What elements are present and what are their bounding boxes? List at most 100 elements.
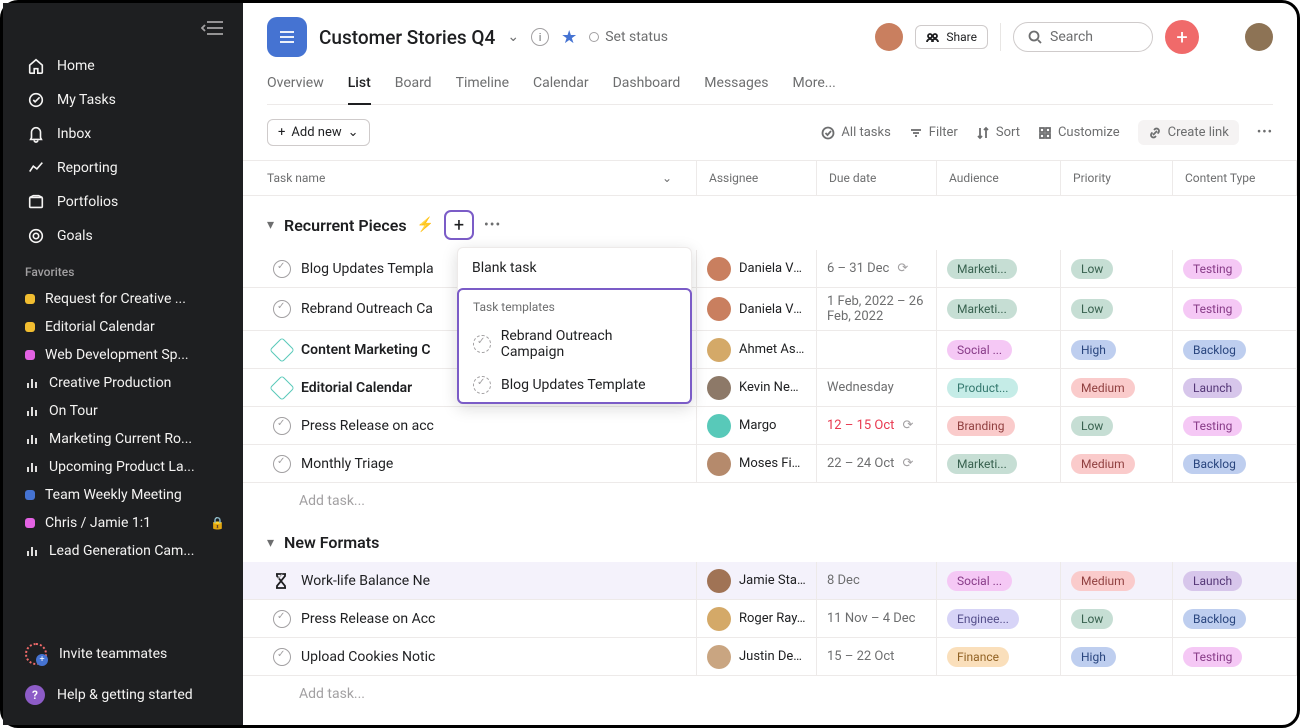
nav-my-tasks[interactable]: My Tasks (11, 83, 235, 117)
priority-pill[interactable]: Low (1071, 609, 1113, 629)
customize-button[interactable]: Customize (1038, 125, 1120, 140)
nav-reporting[interactable]: Reporting (11, 151, 235, 185)
favorite-item[interactable]: Editorial Calendar (3, 313, 243, 341)
tab-dashboard[interactable]: Dashboard (613, 67, 681, 104)
column-due-date[interactable]: Due date (817, 161, 937, 195)
tab-messages[interactable]: Messages (704, 67, 768, 104)
all-tasks-button[interactable]: All tasks (821, 125, 890, 140)
priority-pill[interactable]: Low (1071, 299, 1113, 319)
favorite-item[interactable]: Request for Creative ... (3, 285, 243, 313)
section-more-icon[interactable]: ••• (484, 217, 501, 233)
title-chevron-icon[interactable]: ⌄ (507, 29, 519, 45)
content-type-pill[interactable]: Backlog (1183, 340, 1246, 360)
task-row[interactable]: Blog Updates TemplaDaniela Var...6 – 31 … (243, 250, 1297, 288)
content-type-pill[interactable]: Testing (1183, 647, 1242, 667)
nav-goals[interactable]: Goals (11, 219, 235, 253)
complete-check-icon[interactable] (273, 260, 291, 278)
create-link-button[interactable]: Create link (1138, 120, 1239, 145)
task-row[interactable]: Content Marketing CAhmet AslanSocial ...… (243, 331, 1297, 369)
content-type-pill[interactable]: Backlog (1183, 609, 1246, 629)
audience-pill[interactable]: Product... (947, 378, 1018, 398)
content-type-pill[interactable]: Launch (1183, 571, 1242, 591)
task-row[interactable]: Monthly TriageMoses Fidel22 – 24 Oct ⟳Ma… (243, 445, 1297, 483)
nav-home[interactable]: Home (11, 49, 235, 83)
priority-pill[interactable]: Medium (1071, 571, 1135, 591)
info-icon[interactable]: i (531, 28, 549, 46)
content-type-pill[interactable]: Launch (1183, 378, 1242, 398)
template-option[interactable]: Blog Updates Template (459, 368, 690, 402)
priority-pill[interactable]: Low (1071, 259, 1113, 279)
task-row[interactable]: Press Release on AccRoger Ray...11 Nov –… (243, 600, 1297, 638)
content-type-pill[interactable]: Testing (1183, 416, 1242, 436)
add-task-input[interactable]: Add task... (243, 483, 1297, 519)
template-option[interactable]: Rebrand Outreach Campaign (459, 320, 690, 368)
column-task-name[interactable]: Task name⌄ (243, 161, 697, 195)
column-content-type[interactable]: Content Type (1173, 161, 1297, 195)
priority-pill[interactable]: High (1071, 340, 1116, 360)
audience-pill[interactable]: Social ... (947, 571, 1012, 591)
favorite-item[interactable]: Chris / Jamie 1:1🔒 (3, 509, 243, 537)
audience-pill[interactable]: Marketi... (947, 299, 1017, 319)
content-type-pill[interactable]: Testing (1183, 299, 1242, 319)
invite-teammates[interactable]: + Invite teammates (3, 633, 243, 675)
blank-task-option[interactable]: Blank task (458, 248, 691, 288)
complete-check-icon[interactable] (273, 648, 291, 666)
task-row[interactable]: Upload Cookies NoticJustin Dean15 – 22 O… (243, 638, 1297, 676)
complete-check-icon[interactable] (273, 417, 291, 435)
tab-more[interactable]: More... (793, 67, 836, 104)
tab-timeline[interactable]: Timeline (456, 67, 509, 104)
priority-pill[interactable]: High (1071, 647, 1116, 667)
favorite-item[interactable]: Upcoming Product La... (3, 453, 243, 481)
add-new-button[interactable]: + Add new ⌄ (267, 119, 370, 146)
tab-list[interactable]: List (348, 67, 371, 105)
tab-overview[interactable]: Overview (267, 67, 324, 104)
priority-pill[interactable]: Medium (1071, 378, 1135, 398)
task-row[interactable]: Editorial CalendarKevin New...WednesdayP… (243, 369, 1297, 407)
rules-icon[interactable]: ⚡ (417, 217, 434, 233)
task-row[interactable]: Rebrand Outreach CaDaniela Var...1 Feb, … (243, 288, 1297, 331)
priority-pill[interactable]: Medium (1071, 454, 1135, 474)
favorite-item[interactable]: Team Weekly Meeting (3, 481, 243, 509)
audience-pill[interactable]: Finance (947, 647, 1009, 667)
audience-pill[interactable]: Social ... (947, 340, 1012, 360)
complete-check-icon[interactable] (273, 300, 291, 318)
content-type-pill[interactable]: Testing (1183, 259, 1242, 279)
tab-board[interactable]: Board (395, 67, 432, 104)
user-avatar[interactable] (1245, 23, 1273, 51)
help-button[interactable]: ? Help & getting started (3, 675, 243, 715)
set-status-button[interactable]: Set status (589, 29, 668, 45)
complete-check-icon[interactable] (273, 610, 291, 628)
add-task-plus-button[interactable]: + (444, 210, 474, 240)
task-row[interactable]: Press Release on accMargo12 – 15 Oct ⟳Br… (243, 407, 1297, 445)
milestone-check-icon[interactable] (269, 337, 294, 362)
nav-portfolios[interactable]: Portfolios (11, 185, 235, 219)
audience-pill[interactable]: Marketi... (947, 259, 1017, 279)
column-assignee[interactable]: Assignee (697, 161, 817, 195)
upgrade-icon[interactable] (1211, 24, 1233, 51)
search-input[interactable]: Search (1013, 22, 1153, 52)
star-icon[interactable]: ★ (561, 27, 577, 48)
column-audience[interactable]: Audience (937, 161, 1061, 195)
nav-inbox[interactable]: Inbox (11, 117, 235, 151)
audience-pill[interactable]: Enginee... (947, 609, 1019, 629)
member-avatar[interactable] (875, 23, 903, 51)
column-priority[interactable]: Priority (1061, 161, 1173, 195)
complete-check-icon[interactable] (273, 455, 291, 473)
section-caret-icon[interactable]: ▾ (267, 217, 274, 233)
share-button[interactable]: Share (915, 25, 988, 49)
favorite-item[interactable]: Creative Production (3, 369, 243, 397)
audience-pill[interactable]: Marketi... (947, 454, 1017, 474)
favorite-item[interactable]: Web Development Sp... (3, 341, 243, 369)
priority-pill[interactable]: Low (1071, 416, 1113, 436)
favorite-item[interactable]: Lead Generation Cam... (3, 537, 243, 565)
add-task-input[interactable]: Add task... (243, 676, 1297, 712)
milestone-check-icon[interactable] (269, 375, 294, 400)
filter-button[interactable]: Filter (909, 125, 958, 140)
sort-button[interactable]: Sort (976, 125, 1020, 140)
favorite-item[interactable]: On Tour (3, 397, 243, 425)
content-type-pill[interactable]: Backlog (1183, 454, 1246, 474)
audience-pill[interactable]: Branding (947, 416, 1015, 436)
favorite-item[interactable]: Marketing Current Ro... (3, 425, 243, 453)
tab-calendar[interactable]: Calendar (533, 67, 589, 104)
more-menu[interactable]: ••• (1257, 125, 1273, 140)
